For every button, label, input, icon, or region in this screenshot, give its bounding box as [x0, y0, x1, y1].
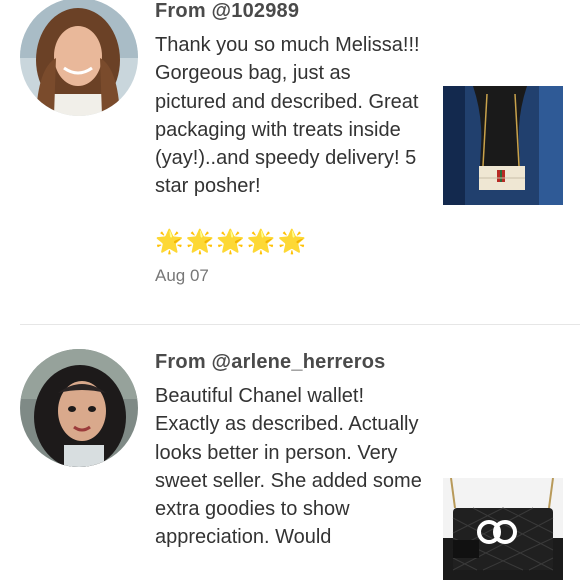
listing-thumbnail[interactable] — [443, 86, 563, 205]
reviewer-avatar[interactable] — [20, 0, 138, 116]
review-divider — [20, 324, 580, 325]
reviewer-avatar[interactable] — [20, 349, 138, 467]
reviewer-handle[interactable]: From @102989 — [155, 0, 299, 23]
review-text: Beautiful Chanel wallet! Exactly as desc… — [155, 385, 422, 549]
bag-photo — [443, 478, 563, 580]
bag-photo — [443, 86, 563, 205]
listing-thumbnail[interactable] — [443, 478, 563, 580]
reviewer-handle[interactable]: From @arlene_herreros — [155, 351, 385, 374]
avatar-photo — [20, 0, 138, 116]
avatar-photo — [20, 349, 138, 467]
review-date: Aug 07 — [155, 266, 209, 285]
star-rating: 🌟🌟🌟🌟🌟 — [155, 228, 309, 254]
review-text: Thank you so much Melissa!!! Gorgeous ba… — [155, 34, 420, 198]
